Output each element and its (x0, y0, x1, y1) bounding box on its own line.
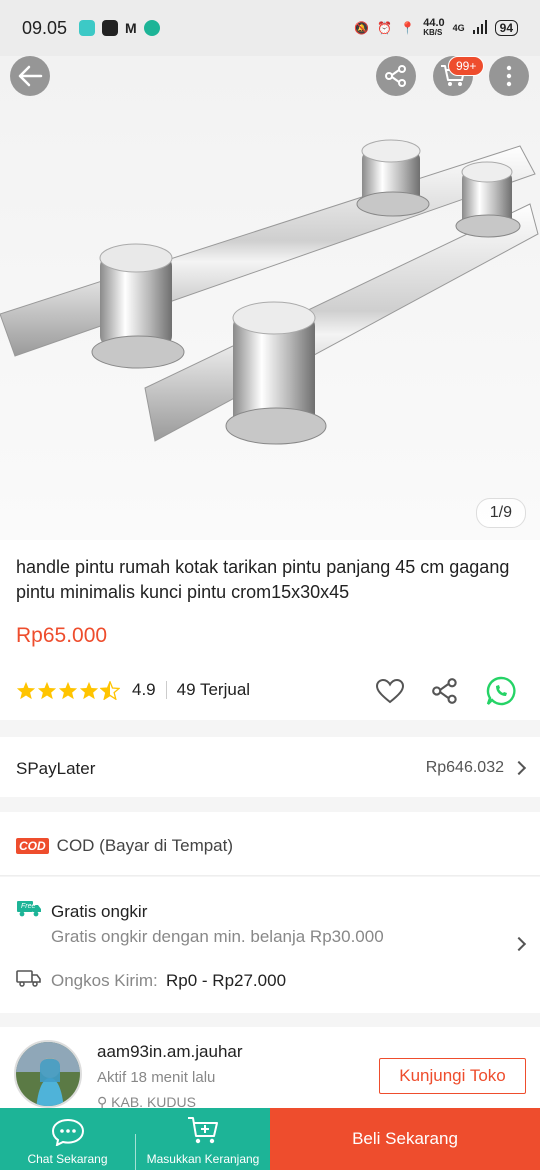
signal-icon (472, 19, 487, 37)
spaylater-label: SPayLater (16, 759, 96, 778)
add-to-cart-label: Masukkan Keranjang (146, 1152, 260, 1166)
bottom-action-bar: Chat Sekarang Masukkan Keranjang Beli Se… (0, 1108, 540, 1170)
shipping-cost-value: Rp0 - Rp27.000 (166, 971, 287, 990)
star-icon (37, 681, 57, 699)
buy-now-button[interactable]: Beli Sekarang (270, 1108, 540, 1170)
star-icon (16, 681, 36, 699)
chat-label: Chat Sekarang (27, 1152, 108, 1166)
cart-count-badge: 99+ (448, 56, 485, 76)
status-bar: 09.05 M 🔕 ⏰ 📍 44.0 KB/S 4G 94 (0, 0, 540, 56)
location-icon: 📍 (400, 21, 416, 35)
favorite-button[interactable] (375, 678, 405, 709)
image-pager: 1/9 (475, 498, 526, 528)
rating-stars (16, 680, 120, 700)
net-speed-value: 44.0 (423, 17, 445, 29)
star-icon (79, 681, 99, 699)
heart-icon (375, 678, 405, 703)
spaylater-amount: Rp646.032 (425, 759, 504, 776)
chat-icon (51, 1118, 84, 1146)
whatsapp-icon (486, 676, 516, 706)
status-time: 09.05 (22, 17, 68, 38)
shop-active-status: Aktif 18 menit lalu (97, 1069, 216, 1086)
product-image (0, 139, 539, 445)
back-button[interactable] (10, 56, 50, 96)
net-speed-unit: KB/S (423, 28, 443, 37)
chat-button[interactable]: Chat Sekarang (0, 1108, 135, 1170)
chevron-right-icon (511, 936, 527, 952)
star-icon (58, 681, 78, 699)
sold-count: 49 Terjual (176, 680, 251, 699)
rating-row[interactable]: 4.9 49 Terjual (16, 680, 250, 700)
rating-value: 4.9 (132, 680, 156, 699)
share-product-button[interactable] (432, 678, 458, 709)
share-icon (385, 65, 406, 87)
spaylater-row[interactable]: SPayLater Rp646.032 (0, 737, 540, 797)
arrow-left-icon (18, 65, 43, 87)
free-shipping-title: Gratis ongkir (51, 902, 148, 921)
chevron-right-icon (511, 760, 527, 776)
share-button[interactable] (376, 56, 416, 96)
shop-avatar[interactable] (14, 1040, 82, 1108)
shipping-cost-label: Ongkos Kirim: (51, 971, 158, 990)
alarm-icon: ⏰ (377, 21, 393, 35)
mute-icon: 🔕 (354, 21, 370, 35)
gmail-icon: M (125, 20, 137, 36)
free-tag: Free (21, 903, 36, 910)
cod-label: COD (Bayar di Tempat) (56, 836, 234, 855)
chat-notification-icon (143, 20, 160, 36)
add-to-cart-icon (188, 1117, 218, 1144)
cod-row: COD COD (Bayar di Tempat) (0, 812, 540, 876)
shop-name[interactable]: aam93in.am.jauhar (97, 1042, 243, 1062)
truck-icon (16, 969, 42, 992)
shipping-section[interactable]: Free Gratis ongkir Gratis ongkir dengan … (0, 877, 540, 1013)
product-price: Rp65.000 (16, 624, 108, 647)
battery-icon: 94 (494, 20, 518, 36)
net-speed: 44.0 KB/S (423, 18, 444, 38)
divider (165, 681, 167, 699)
cod-tag: COD (16, 838, 49, 854)
add-to-cart-button[interactable]: Masukkan Keranjang (136, 1108, 270, 1170)
whatsapp-share-button[interactable] (486, 676, 516, 711)
free-shipping-subtitle: Gratis ongkir dengan min. belanja Rp30.0… (51, 927, 384, 946)
more-options-button[interactable] (489, 56, 529, 96)
shopping-bag-icon (102, 20, 119, 36)
network-type: 4G (452, 23, 465, 33)
cod-info: COD COD (Bayar di Tempat) (16, 836, 233, 856)
more-vertical-icon (506, 65, 512, 87)
product-image-carousel[interactable]: 99+ 1/9 (0, 56, 540, 540)
product-title: handle pintu rumah kotak tarikan pintu p… (16, 557, 510, 602)
product-actions (375, 676, 516, 711)
share-icon (432, 678, 457, 704)
half-star-icon (100, 680, 120, 700)
visit-shop-button[interactable]: Kunjungi Toko (379, 1058, 526, 1094)
app-notification-icon (79, 20, 96, 36)
